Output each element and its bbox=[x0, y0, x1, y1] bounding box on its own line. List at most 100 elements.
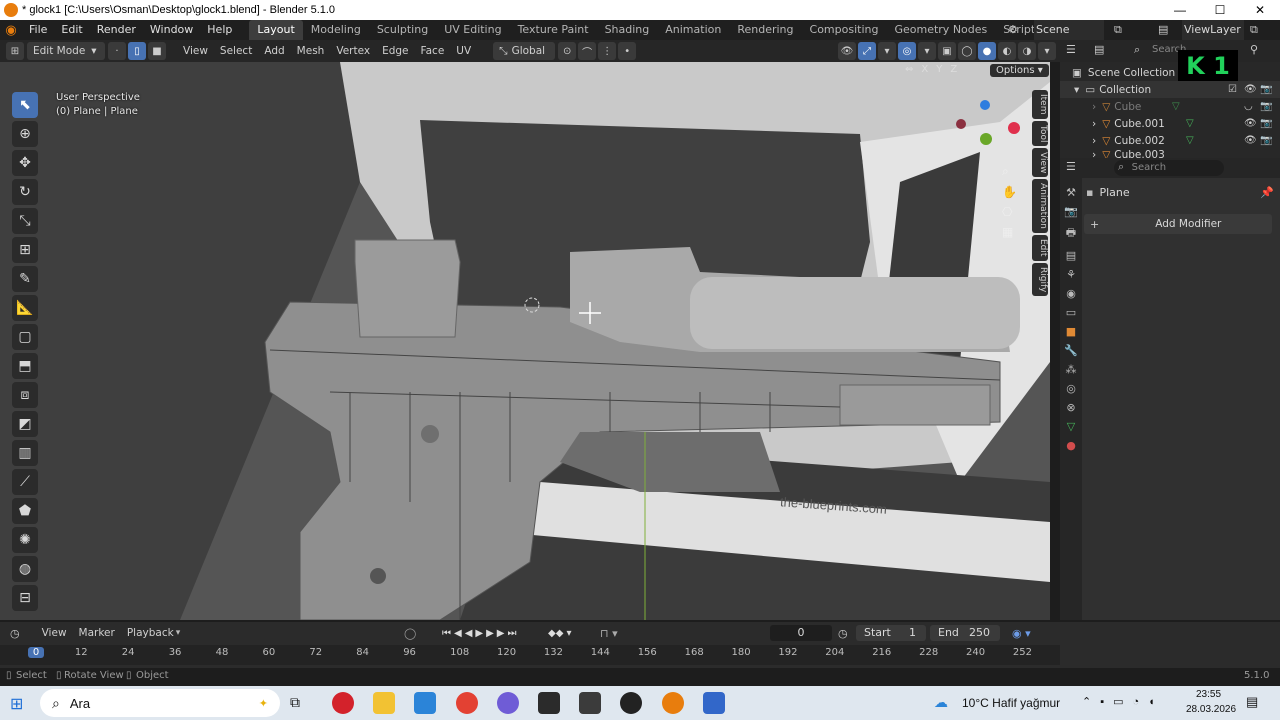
properties-editor-icon[interactable]: ☰ bbox=[1066, 160, 1076, 173]
menu-mesh[interactable]: Mesh bbox=[291, 42, 331, 60]
outliner-row-cube-002[interactable]: › ▽ Cube.002 ▽ 👁 📷 bbox=[1060, 132, 1280, 149]
outliner-row-cube-001[interactable]: › ▽ Cube.001 ▽ 👁 📷 bbox=[1060, 115, 1280, 132]
viewlayer-selector[interactable]: ViewLayer bbox=[1182, 20, 1244, 40]
properties-search-input[interactable]: ⌕ Search bbox=[1114, 160, 1224, 176]
proportional-edit-icon[interactable]: • bbox=[618, 42, 637, 60]
edge-slide-tool-icon[interactable]: ⊟ bbox=[12, 585, 38, 611]
chrome-icon[interactable] bbox=[456, 692, 478, 714]
blender-taskbar-icon[interactable] bbox=[662, 692, 684, 714]
maximize-button[interactable]: ☐ bbox=[1200, 0, 1240, 20]
taskbar-date[interactable]: 28.03.2026 bbox=[1186, 704, 1236, 715]
tab-geometry-nodes[interactable]: Geometry Nodes bbox=[886, 20, 995, 40]
spin-tool-icon[interactable]: ✺ bbox=[12, 527, 38, 553]
axis-y-toggle[interactable]: Y bbox=[936, 64, 942, 75]
pan-hand-icon[interactable]: ✋ bbox=[1002, 185, 1017, 199]
vertex-select-icon[interactable]: · bbox=[108, 42, 126, 60]
sidebar-tab-tool[interactable]: Tool bbox=[1032, 120, 1048, 146]
frame-ruler[interactable]: 0 12 24 36 48 60 72 84 96 108 120 132 144 156 168 180 19… bbox=[0, 645, 1060, 665]
snap-target-icon[interactable]: ⋮ bbox=[598, 42, 617, 60]
grid-toggle-icon[interactable]: ▦ bbox=[1002, 225, 1017, 239]
3d-viewport[interactable]: the-blueprints.com User Perspective (0) … bbox=[0, 62, 1050, 620]
tab-compositing[interactable]: Compositing bbox=[802, 20, 887, 40]
eye-closed-icon[interactable]: ◡ bbox=[1244, 101, 1253, 112]
tab-sculpting[interactable]: Sculpting bbox=[369, 20, 436, 40]
display-mode-icon[interactable]: ▤ bbox=[1094, 43, 1104, 56]
menu-uv[interactable]: UV bbox=[450, 42, 477, 60]
wireframe-shading-icon[interactable]: ◯ bbox=[958, 42, 976, 60]
discord-icon[interactable] bbox=[497, 692, 519, 714]
tab-modeling[interactable]: Modeling bbox=[303, 20, 369, 40]
camera-icon[interactable]: 📷 bbox=[1260, 135, 1272, 146]
start-frame-field[interactable]: Start 1 bbox=[856, 625, 926, 641]
measure-tool-icon[interactable]: 📐 bbox=[12, 295, 38, 321]
tab-rendering[interactable]: Rendering bbox=[729, 20, 801, 40]
view-options-icon[interactable]: ◉ ▾ bbox=[1012, 627, 1031, 640]
checkbox-icon[interactable]: ☑ bbox=[1228, 84, 1237, 95]
particles-tab-icon[interactable]: ⁂ bbox=[1066, 363, 1077, 376]
search-icon[interactable]: ⌕ bbox=[1134, 43, 1140, 57]
sidebar-tab-view[interactable]: View bbox=[1032, 147, 1048, 178]
notification-icon[interactable]: ▤ bbox=[1246, 694, 1258, 710]
taskbar-time[interactable]: 23:55 bbox=[1196, 689, 1221, 700]
orientation-selector[interactable]: ⤡ Global bbox=[493, 42, 556, 60]
weather-text[interactable]: 10°C Hafif yağmur bbox=[962, 696, 1060, 710]
cursor-tool-icon[interactable]: ⊕ bbox=[12, 121, 38, 147]
bevel-tool-icon[interactable]: ◩ bbox=[12, 411, 38, 437]
visibility-icon[interactable]: 👁 bbox=[838, 42, 856, 60]
unity-hub-icon[interactable] bbox=[579, 692, 601, 714]
material-shading-icon[interactable]: ◐ bbox=[998, 42, 1016, 60]
menu-add[interactable]: Add bbox=[258, 42, 290, 60]
timeline-editor-icon[interactable]: ◷ bbox=[10, 627, 20, 640]
menu-render[interactable]: Render bbox=[90, 20, 143, 40]
tab-layout[interactable]: Layout bbox=[249, 20, 303, 40]
outliner-row-collection[interactable]: ▾ ▭ Collection ☑ 👁 📷 bbox=[1060, 81, 1280, 98]
sidebar-tab-item[interactable]: Item bbox=[1032, 90, 1048, 119]
blender-menu-icon[interactable]: ◉ bbox=[0, 23, 22, 38]
chevron-down-icon[interactable]: ▾ bbox=[1074, 84, 1079, 96]
rotate-tool-icon[interactable]: ↻ bbox=[12, 179, 38, 205]
menu-face[interactable]: Face bbox=[415, 42, 451, 60]
mode-selector[interactable]: Edit Mode ▾ bbox=[27, 42, 105, 60]
chevron-right-icon[interactable]: › bbox=[1092, 118, 1096, 130]
view-layer-tab-icon[interactable]: ▤ bbox=[1066, 249, 1076, 262]
axis-z-toggle[interactable]: Z bbox=[950, 64, 957, 75]
current-frame-field[interactable]: 0 bbox=[770, 625, 832, 641]
overlay-options-icon[interactable]: ▾ bbox=[918, 42, 936, 60]
render-tab-icon[interactable]: 📷 bbox=[1064, 205, 1078, 218]
filter-icon[interactable]: ⚲ bbox=[1250, 43, 1258, 56]
chevron-right-icon[interactable]: › bbox=[1092, 135, 1096, 147]
inset-tool-icon[interactable]: ⧈ bbox=[12, 382, 38, 408]
close-button[interactable]: ✕ bbox=[1240, 0, 1280, 20]
object-tab-icon[interactable]: ■ bbox=[1066, 325, 1076, 338]
tab-texture-paint[interactable]: Texture Paint bbox=[510, 20, 597, 40]
tool-tab-icon[interactable]: ⚒ bbox=[1066, 186, 1076, 199]
windows-start-icon[interactable]: ⊞ bbox=[10, 694, 23, 714]
sidebar-tab-rigify[interactable]: Rigify bbox=[1032, 262, 1048, 296]
outliner-row-cube-003[interactable]: › ▽ Cube.003 bbox=[1060, 149, 1280, 158]
collection-tab-icon[interactable]: ▭ bbox=[1066, 306, 1076, 319]
scale-tool-icon[interactable]: ⤡ bbox=[12, 208, 38, 234]
transform-tool-icon[interactable]: ⊞ bbox=[12, 237, 38, 263]
calculator-icon[interactable] bbox=[703, 692, 725, 714]
menu-window[interactable]: Window bbox=[143, 20, 200, 40]
tab-uv-editing[interactable]: UV Editing bbox=[436, 20, 509, 40]
camera-icon[interactable]: 📷 bbox=[1260, 118, 1272, 129]
overlay-toggle-icon[interactable]: ◎ bbox=[898, 42, 916, 60]
menu-vertex[interactable]: Vertex bbox=[330, 42, 376, 60]
menu-select[interactable]: Select bbox=[214, 42, 258, 60]
add-modifier-button[interactable]: + Add Modifier bbox=[1084, 214, 1272, 234]
edge-select-icon[interactable]: ▯ bbox=[128, 42, 146, 60]
solid-shading-icon[interactable]: ● bbox=[978, 42, 996, 60]
taskbar-search-box[interactable]: ⌕ Ara ✦ bbox=[40, 689, 280, 717]
tab-animation[interactable]: Animation bbox=[657, 20, 729, 40]
outliner-editor-icon[interactable]: ☰ bbox=[1066, 43, 1076, 56]
mirror-icon[interactable]: ⇔ bbox=[905, 64, 913, 75]
move-tool-icon[interactable]: ✥ bbox=[12, 150, 38, 176]
select-tool-icon[interactable]: ⬉ bbox=[12, 92, 38, 118]
extrude-tool-icon[interactable]: ⬒ bbox=[12, 353, 38, 379]
modifier-tab-icon[interactable]: 🔧 bbox=[1064, 344, 1078, 357]
file-explorer-icon[interactable] bbox=[373, 692, 395, 714]
record-icon[interactable]: ◯ bbox=[404, 627, 416, 640]
add-cube-tool-icon[interactable]: ▢ bbox=[12, 324, 38, 350]
eye-icon[interactable]: 👁 bbox=[1244, 118, 1257, 129]
